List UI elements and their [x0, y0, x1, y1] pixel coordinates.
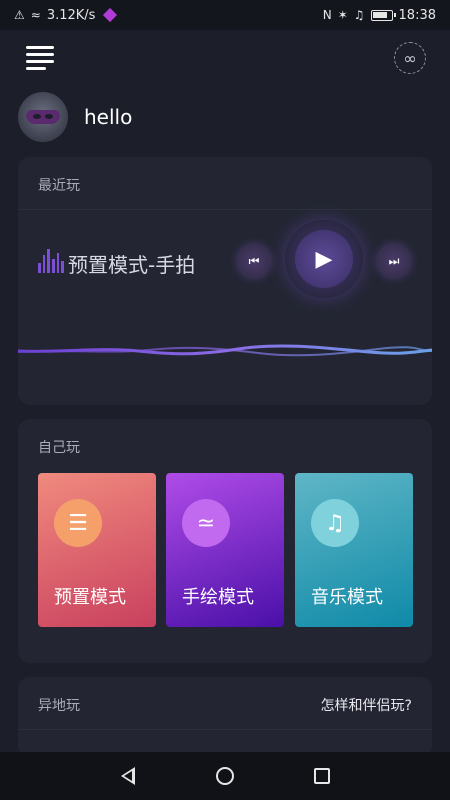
play-button[interactable]: ▶ — [285, 220, 363, 298]
clock: 18:38 — [398, 7, 436, 23]
music-note-icon: ♫ — [311, 499, 359, 547]
system-nav-bar — [0, 752, 450, 800]
mask-icon — [26, 110, 60, 124]
recents-button[interactable] — [310, 764, 334, 788]
back-icon — [121, 767, 136, 785]
waveform — [18, 344, 432, 357]
status-bar: ⚠ ≈ 3.12K/s N ✶ ♫ 18:38 — [0, 0, 450, 30]
remote-play-card: 异地玩 怎样和伴侣玩? — [18, 677, 432, 757]
next-button[interactable]: ⏭ — [376, 243, 412, 279]
link-icon[interactable]: ∞ — [394, 42, 426, 74]
draw-mode-button[interactable]: ≃ 手绘模式 — [166, 473, 284, 627]
battery-icon — [370, 9, 396, 21]
app-notification-icon — [103, 7, 118, 23]
mute-icon: ♫ — [353, 8, 365, 22]
equalizer-icon: ☰ — [54, 499, 102, 547]
bluetooth-icon: ✶ — [337, 8, 348, 22]
card-title: 最近玩 — [38, 178, 80, 194]
mode-label: 预置模式 — [54, 587, 126, 608]
app-bar: ∞ — [0, 30, 450, 86]
recents-icon — [313, 768, 330, 784]
username: hello — [84, 105, 133, 129]
current-mode-label[interactable]: 预置模式-手拍 — [68, 249, 195, 278]
card-title: 异地玩 — [38, 698, 80, 714]
card-title: 自己玩 — [38, 440, 80, 456]
home-icon — [215, 767, 234, 785]
menu-icon[interactable] — [26, 46, 54, 70]
alert-icon: ⚠ — [14, 8, 25, 22]
equalizer-icon — [38, 249, 65, 273]
nfc-icon: N — [322, 8, 332, 22]
avatar[interactable] — [18, 92, 68, 142]
back-button[interactable] — [116, 764, 140, 788]
divider — [18, 729, 432, 730]
wifi-icon: ≈ — [30, 8, 41, 22]
status-right: N ✶ ♫ 18:38 — [323, 8, 436, 23]
draw-icon: ≃ — [182, 499, 230, 547]
profile-header[interactable]: hello — [18, 92, 132, 142]
skip-previous-icon: ⏮ — [248, 253, 260, 268]
skip-next-icon: ⏭ — [388, 253, 400, 268]
previous-button[interactable]: ⏮ — [236, 243, 272, 279]
self-play-card: 自己玩 ☰ 预置模式 ≃ 手绘模式 ♫ 音乐模式 — [18, 419, 432, 663]
status-left: ⚠ ≈ 3.12K/s — [14, 7, 118, 23]
mode-label: 音乐模式 — [311, 587, 383, 608]
play-icon: ▶ — [295, 230, 353, 288]
mode-label: 手绘模式 — [182, 587, 254, 608]
divider — [18, 209, 432, 210]
music-mode-button[interactable]: ♫ 音乐模式 — [295, 473, 413, 627]
recent-play-card: 最近玩 预置模式-手拍 ⏮ ▶ ⏭ — [18, 157, 432, 405]
home-button[interactable] — [213, 764, 237, 788]
preset-mode-button[interactable]: ☰ 预置模式 — [38, 473, 156, 627]
how-to-play-link[interactable]: 怎样和伴侣玩? — [321, 695, 412, 715]
network-speed: 3.12K/s — [46, 7, 96, 23]
